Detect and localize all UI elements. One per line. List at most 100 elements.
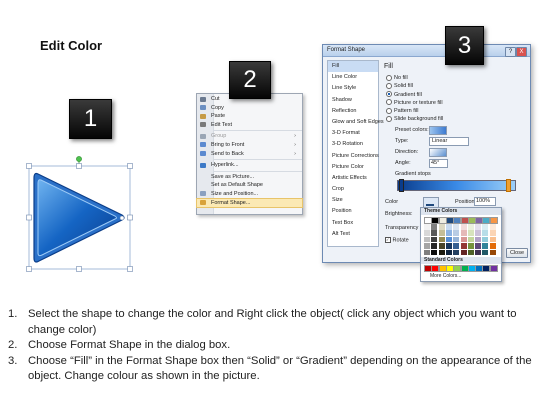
category-crop[interactable]: Crop <box>328 184 378 195</box>
color-swatch[interactable] <box>467 230 474 236</box>
color-swatch[interactable] <box>424 249 430 256</box>
direction-dropdown[interactable] <box>429 148 447 157</box>
category-line-color[interactable]: Line Color <box>328 72 378 83</box>
more-colors-link[interactable]: More Colors... <box>430 273 461 279</box>
color-swatch[interactable] <box>467 249 474 256</box>
menu-item-send-to-back[interactable]: Send to Back › <box>197 150 302 159</box>
menu-item-bring-to-front[interactable]: Bring to Front › <box>197 141 302 150</box>
color-swatch[interactable] <box>424 224 430 230</box>
category-picture-color[interactable]: Picture Color <box>328 162 378 173</box>
category-picture-corrections[interactable]: Picture Corrections <box>328 151 379 162</box>
color-swatch[interactable] <box>438 224 445 230</box>
color-swatch[interactable] <box>467 236 474 243</box>
menu-item-save-as-picture[interactable]: Save as Picture... <box>197 173 302 182</box>
color-swatch[interactable] <box>431 249 438 256</box>
resize-handle[interactable] <box>26 266 32 272</box>
category-size[interactable]: Size <box>328 195 378 206</box>
color-swatch[interactable] <box>431 224 438 230</box>
color-swatch[interactable] <box>475 224 482 230</box>
selected-shape[interactable] <box>22 154 137 276</box>
color-swatch[interactable] <box>482 230 489 236</box>
resize-handle[interactable] <box>127 266 133 272</box>
resize-handle[interactable] <box>76 266 82 272</box>
menu-item-group[interactable]: Group › <box>197 132 302 141</box>
menu-item-edit-text[interactable]: Edit Text <box>197 121 302 130</box>
rotate-checkbox[interactable]: ✓ Rotate <box>385 237 409 243</box>
category-line-style[interactable]: Line Style <box>328 83 378 94</box>
color-swatch[interactable] <box>431 230 438 236</box>
color-swatch[interactable] <box>453 230 460 236</box>
gradient-stop[interactable] <box>506 179 511 192</box>
color-swatch[interactable] <box>453 236 460 243</box>
color-swatch[interactable] <box>467 243 474 249</box>
menu-item-copy[interactable]: Copy <box>197 104 302 113</box>
category-text-box[interactable]: Text Box <box>328 218 378 229</box>
color-swatch[interactable] <box>445 236 452 243</box>
category-fill[interactable]: Fill <box>328 61 378 73</box>
color-swatch[interactable] <box>438 230 445 236</box>
resize-handle[interactable] <box>26 163 32 169</box>
color-swatch[interactable] <box>460 236 467 243</box>
color-swatch[interactable] <box>431 243 438 249</box>
color-swatch[interactable] <box>424 236 430 243</box>
fill-option-picture-or-texture-fill[interactable]: Picture or texture fill <box>386 99 443 107</box>
category-glow-and-soft-edges[interactable]: Glow and Soft Edges <box>328 117 384 128</box>
color-swatch[interactable] <box>489 243 496 249</box>
category-3-d-rotation[interactable]: 3-D Rotation <box>328 139 378 150</box>
category-shadow[interactable]: Shadow <box>328 95 378 106</box>
color-swatch[interactable] <box>424 243 430 249</box>
resize-handle[interactable] <box>127 214 133 221</box>
preset-colors-dropdown[interactable] <box>429 126 447 135</box>
resize-handle[interactable] <box>127 163 133 169</box>
close-icon[interactable]: X <box>516 46 527 57</box>
gradient-stops-bar[interactable] <box>397 180 516 191</box>
color-swatch[interactable] <box>482 243 489 249</box>
category-reflection[interactable]: Reflection <box>328 106 378 117</box>
color-swatch[interactable] <box>453 224 460 230</box>
color-swatch[interactable] <box>460 230 467 236</box>
fill-option-solid-fill[interactable]: Solid fill <box>386 82 443 90</box>
color-swatch[interactable] <box>475 230 482 236</box>
color-swatch[interactable] <box>424 230 430 236</box>
color-swatch[interactable] <box>475 249 482 256</box>
category-3-d-format[interactable]: 3-D Format <box>328 128 378 139</box>
category-artistic-effects[interactable]: Artistic Effects <box>328 173 378 184</box>
dialog-close-button[interactable]: Close <box>506 248 528 258</box>
angle-input[interactable]: 45° <box>429 159 448 168</box>
color-swatch[interactable] <box>453 249 460 256</box>
resize-handle[interactable] <box>26 214 32 221</box>
color-swatch[interactable] <box>489 217 498 224</box>
color-swatch[interactable] <box>482 236 489 243</box>
help-button[interactable]: ? <box>505 46 516 57</box>
standard-color-swatch[interactable] <box>489 265 498 272</box>
color-swatch[interactable] <box>482 249 489 256</box>
color-swatch[interactable] <box>445 249 452 256</box>
color-swatch[interactable] <box>438 243 445 249</box>
color-swatch[interactable] <box>438 236 445 243</box>
color-swatch[interactable] <box>460 224 467 230</box>
color-swatch[interactable] <box>460 249 467 256</box>
color-swatch[interactable] <box>482 224 489 230</box>
color-swatch[interactable] <box>460 243 467 249</box>
color-swatch[interactable] <box>489 224 496 230</box>
menu-item-format-shape[interactable]: Format Shape... <box>196 197 303 209</box>
menu-item-set-as-default-shape[interactable]: Set as Default Shape <box>197 181 302 190</box>
fill-option-no-fill[interactable]: No fill <box>386 74 443 82</box>
position-input[interactable]: 100% <box>474 197 496 206</box>
color-swatch[interactable] <box>431 236 438 243</box>
color-swatch[interactable] <box>445 230 452 236</box>
color-swatch[interactable] <box>489 236 496 243</box>
rotate-handle[interactable] <box>76 156 82 162</box>
menu-item-size-and-position[interactable]: Size and Position... <box>197 190 302 199</box>
category-position[interactable]: Position <box>328 206 378 217</box>
type-dropdown[interactable]: Linear <box>429 137 469 146</box>
color-swatch[interactable] <box>475 236 482 243</box>
fill-option-pattern-fill[interactable]: Pattern fill <box>386 107 443 115</box>
fill-option-gradient-fill[interactable]: Gradient fill <box>386 91 443 99</box>
fill-option-slide-background-fill[interactable]: Slide background fill <box>386 115 443 123</box>
menu-item-hyperlink[interactable]: Hyperlink... <box>197 161 302 170</box>
color-swatch[interactable] <box>475 243 482 249</box>
resize-handle[interactable] <box>76 163 82 169</box>
gradient-stop[interactable] <box>399 179 404 192</box>
color-swatch[interactable] <box>489 249 496 256</box>
